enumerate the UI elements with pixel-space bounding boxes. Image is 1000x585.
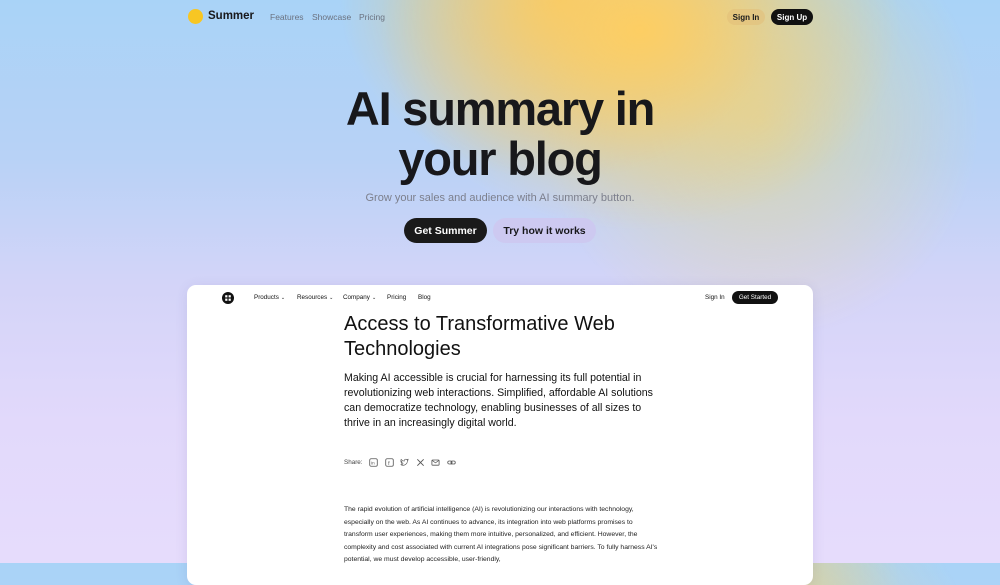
link-icon[interactable] [447, 457, 457, 467]
blog-nav-company-label: Company [343, 294, 370, 301]
blog-logo-icon[interactable] [222, 292, 234, 304]
article-body: The rapid evolution of artificial intell… [344, 506, 658, 563]
article-title: Access to Transformative Web Technologie… [344, 313, 615, 360]
chevron-down-icon: ⌄ [329, 294, 334, 301]
summer-logo-icon[interactable] [188, 9, 203, 24]
email-icon[interactable] [431, 457, 441, 467]
sign-in-button[interactable]: Sign In [727, 9, 765, 25]
blog-nav-pricing[interactable]: Pricing [387, 294, 406, 301]
sign-up-button[interactable]: Sign Up [771, 9, 813, 25]
blog-nav-resources-label: Resources [297, 294, 328, 301]
nav-link-pricing[interactable]: Pricing [359, 12, 385, 22]
blog-nav-resources[interactable]: Resources ⌄ [297, 294, 333, 301]
nav-link-showcase[interactable]: Showcase [312, 12, 351, 22]
share-label: Share: [344, 458, 363, 466]
hero-title: AI summary in your blog [0, 84, 1000, 184]
blog-nav-products-label: Products [254, 294, 279, 301]
chevron-down-icon: ⌄ [280, 294, 286, 301]
article-lead: Making AI accessible is crucial for harn… [344, 372, 653, 429]
x-icon[interactable] [415, 457, 425, 467]
svg-text:in: in [371, 460, 375, 465]
facebook-icon[interactable]: f [384, 457, 394, 467]
blog-sign-in-link[interactable]: Sign In [705, 294, 725, 301]
share-bar: Share: in f [344, 457, 462, 467]
linkedin-icon[interactable]: in [369, 457, 379, 467]
blog-nav-products[interactable]: Products ⌄ [254, 294, 285, 301]
blog-nav-company[interactable]: Company ⌄ [343, 294, 376, 301]
nav-link-features[interactable]: Features [270, 12, 304, 22]
top-navigation: Summer Features Showcase Pricing Sign In… [188, 6, 813, 28]
twitter-icon[interactable] [400, 457, 410, 467]
get-started-button[interactable]: Get Started [732, 291, 778, 304]
brand-name[interactable]: Summer [208, 10, 254, 22]
chevron-down-icon: ⌄ [371, 294, 377, 301]
hero-subtitle: Grow your sales and audience with AI sum… [365, 192, 635, 204]
get-summer-button[interactable]: Get Summer [404, 218, 487, 243]
blog-nav-blog[interactable]: Blog [418, 294, 431, 301]
hero-title-line-2: your blog [398, 132, 602, 185]
blog-preview-card: Products ⌄ Resources ⌄ Company ⌄ Pricing Bl… [187, 285, 813, 585]
hero-title-line-1: AI summary in [345, 82, 655, 135]
try-how-it-works-button[interactable]: Try how it works [493, 218, 596, 243]
